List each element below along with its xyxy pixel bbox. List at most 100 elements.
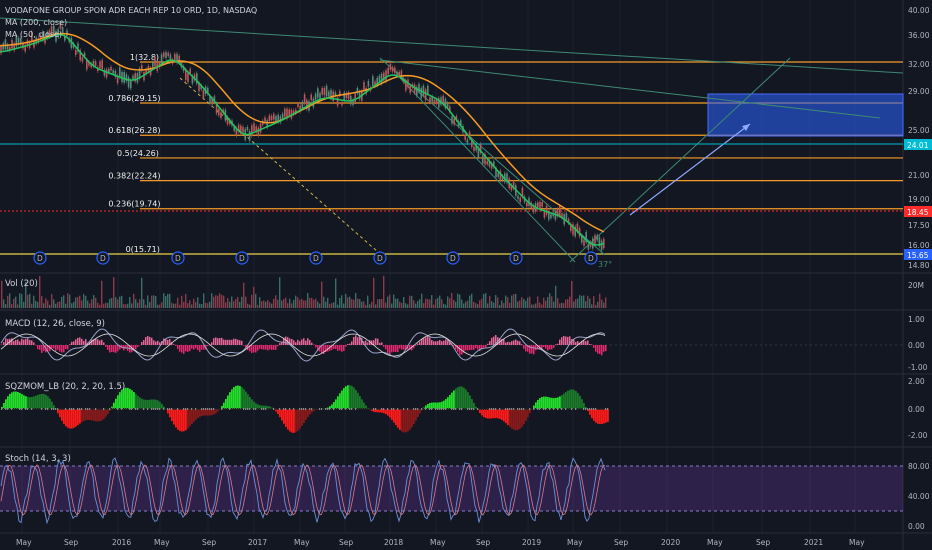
sqz-dot xyxy=(425,408,427,410)
volume-bar xyxy=(391,303,393,308)
macd-bar xyxy=(25,338,27,345)
volume-bar xyxy=(493,302,495,308)
volume-bar xyxy=(161,302,163,308)
volume-bar xyxy=(339,297,341,308)
sqz-dot xyxy=(405,408,407,410)
sqz-bar xyxy=(453,390,455,409)
sqz-dot xyxy=(93,408,95,410)
candle-body xyxy=(433,99,436,104)
volume-bar xyxy=(363,301,365,308)
volume-bar xyxy=(233,301,235,308)
dividend-marker[interactable]: D xyxy=(96,251,110,265)
volume-bar xyxy=(195,302,197,308)
trading-chart[interactable]: 1(32.8)0.786(29.15)0.618(26.28)0.5(24.26… xyxy=(0,0,932,550)
dividend-marker[interactable]: D xyxy=(235,251,249,265)
volume-bar xyxy=(147,295,149,308)
volume-bar xyxy=(427,299,429,308)
dividend-marker[interactable]: D xyxy=(446,251,460,265)
volume-bar xyxy=(311,297,313,308)
volume-bar xyxy=(431,295,433,308)
macd-bar xyxy=(599,345,601,355)
sqz-dot xyxy=(449,408,451,410)
sqz-dot xyxy=(407,408,409,410)
macd-bar xyxy=(33,342,35,345)
volume-bar xyxy=(501,300,503,308)
volume-bar xyxy=(523,298,525,308)
macd-bar xyxy=(469,345,471,351)
sqz-dot xyxy=(555,408,557,410)
sqz-bar xyxy=(59,409,61,418)
sqz-dot xyxy=(207,408,209,410)
dividend-marker[interactable]: D xyxy=(171,251,185,265)
sqz-dot xyxy=(481,408,483,410)
volume-bar xyxy=(271,303,273,308)
macd-bar xyxy=(187,345,189,352)
volume-bar xyxy=(139,299,141,308)
sqz-bar xyxy=(413,409,415,425)
sqz-dot xyxy=(587,408,589,410)
dividend-marker[interactable]: D xyxy=(509,251,523,265)
sqz-bar xyxy=(171,409,173,422)
sqz-bar xyxy=(187,409,189,429)
volume-bar xyxy=(545,300,547,308)
volume-bar xyxy=(425,298,427,308)
sqz-dot xyxy=(149,408,151,410)
sqz-dot xyxy=(73,408,75,410)
sqz-dot xyxy=(543,408,545,410)
sqz-dot xyxy=(315,408,317,410)
sqz-dot xyxy=(5,408,7,410)
dividend-marker[interactable]: D xyxy=(584,251,598,265)
dividend-marker[interactable]: D xyxy=(309,251,323,265)
sqz-bar xyxy=(355,389,357,409)
candle-body xyxy=(257,127,260,136)
fib-label: 0.382(22.24) xyxy=(108,172,160,181)
volume-bar xyxy=(385,302,387,308)
sqz-dot xyxy=(471,408,473,410)
macd-bar xyxy=(345,345,347,347)
macd-bar xyxy=(97,339,99,345)
volume-bar xyxy=(33,295,35,308)
sqz-dot xyxy=(413,408,415,410)
volume-bar xyxy=(403,297,405,308)
macd-bar xyxy=(255,345,257,353)
volume-bar xyxy=(141,277,143,308)
volume-bar xyxy=(279,277,281,308)
volume-bar xyxy=(435,299,437,308)
volume-bar xyxy=(213,296,215,308)
volume-bar xyxy=(261,301,263,308)
volume-bar xyxy=(253,286,255,308)
volume-bar xyxy=(89,303,91,308)
sqz-dot xyxy=(245,408,247,410)
dividend-marker[interactable]: D xyxy=(33,251,47,265)
candle-body xyxy=(372,76,374,86)
sqz-dot xyxy=(275,408,277,410)
sqz-dot xyxy=(327,408,329,410)
sqz-dot xyxy=(359,408,361,410)
sqz-bar xyxy=(487,409,489,419)
volume-bar xyxy=(457,293,459,308)
volume-bar xyxy=(527,297,529,308)
sqz-dot xyxy=(339,408,341,410)
stoch-pane-title: Stoch (14, 3, 3) xyxy=(5,454,71,464)
macd-bar xyxy=(375,338,377,345)
sqz-dot xyxy=(533,408,535,410)
sqz-bar xyxy=(351,385,353,409)
sqz-dot xyxy=(475,408,477,410)
macd-bar xyxy=(565,336,567,345)
target-zone-rectangle[interactable] xyxy=(707,93,904,137)
candle-body xyxy=(132,75,134,80)
candle-body xyxy=(288,109,290,116)
sqz-dot xyxy=(45,408,47,410)
volume-bar xyxy=(99,304,101,308)
dividend-marker[interactable]: D xyxy=(373,251,387,265)
volume-bar xyxy=(499,304,501,308)
sqz-dot xyxy=(351,408,353,410)
macd-bar xyxy=(459,345,461,355)
sqz-dot xyxy=(233,408,235,410)
macd-bar xyxy=(173,344,175,345)
macd-bar xyxy=(55,345,57,351)
volume-bar xyxy=(361,301,363,308)
sqz-bar xyxy=(125,387,127,409)
macd-bar xyxy=(503,339,505,345)
macd-bar xyxy=(437,341,439,345)
